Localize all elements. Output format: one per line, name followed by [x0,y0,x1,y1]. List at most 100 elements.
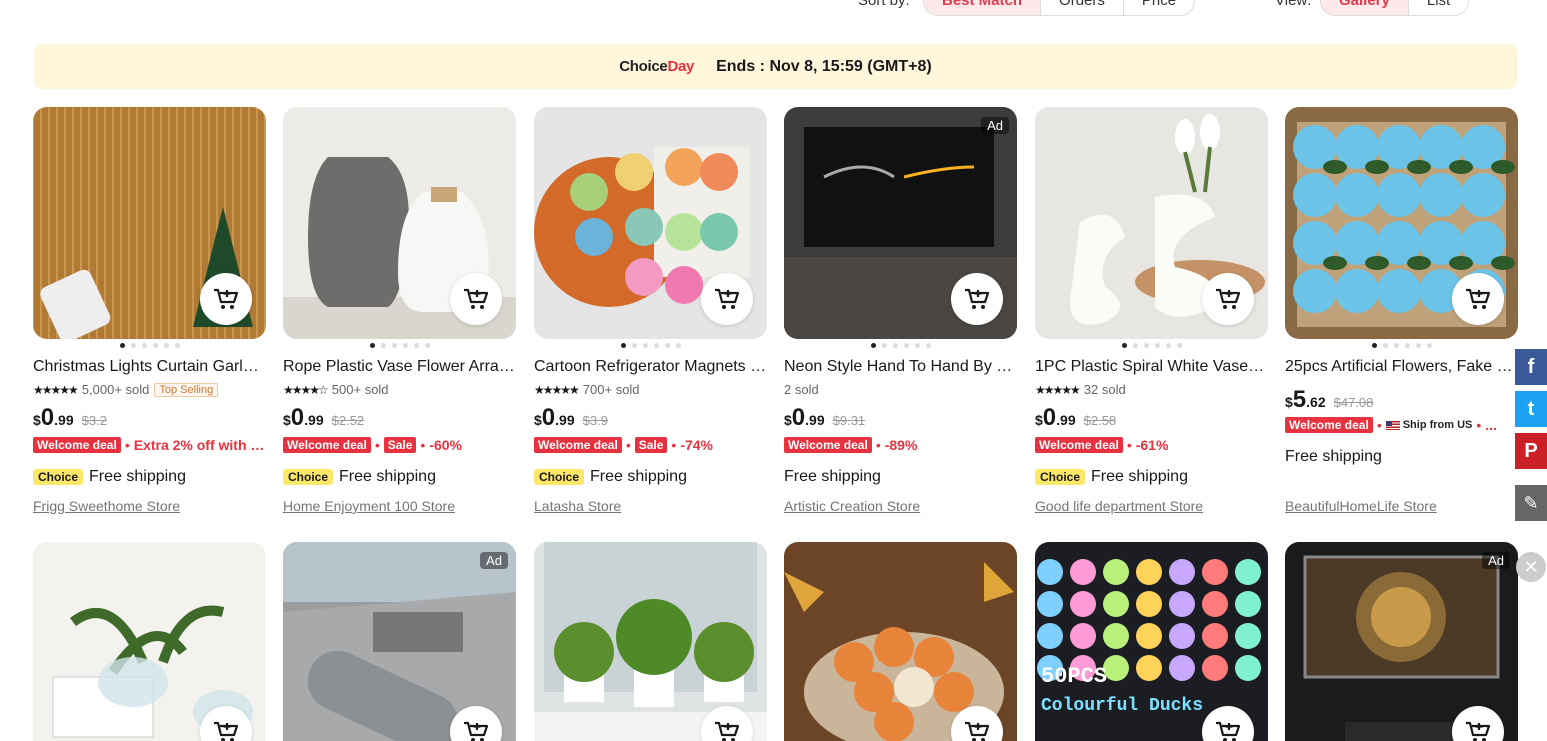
store-link[interactable]: Good life department Store [1035,498,1203,514]
add-to-cart-icon[interactable] [450,273,502,325]
original-price: $47.08 [1333,395,1374,410]
product-title[interactable]: Rope Plastic Vase Flower Arrangement Con… [283,358,516,376]
sold-count: 5,000+ sold [81,382,150,397]
pinterest-share-icon[interactable]: P [1515,433,1547,469]
product-image[interactable] [283,107,516,339]
add-to-cart-icon[interactable] [951,273,1003,325]
free-shipping-text: Free shipping [1285,448,1382,465]
rating-row: ★★★★★ 5,000+ sold Top Selling [33,382,219,397]
product-card[interactable]: Ad Neon Style Hand To Hand By Michelangel… [784,107,1017,514]
store-link[interactable]: Latasha Store [534,498,621,514]
twitter-share-icon[interactable]: t [1515,391,1547,427]
free-shipping-text: Free shipping [339,468,436,485]
product-image[interactable] [33,107,266,339]
discount-text: -61% [1135,437,1169,453]
product-title[interactable]: Neon Style Hand To Hand By Michelangelo … [784,358,1017,376]
sort-best-match[interactable]: Best Match [924,0,1042,15]
product-image[interactable]: Ad [784,107,1017,339]
image-carousel-dots[interactable] [283,343,516,348]
store-link[interactable]: Frigg Sweethome Store [33,498,180,514]
product-card[interactable]: Ad [283,542,516,741]
product-title[interactable]: 25pcs Artificial Flowers, Fake Foam Rose… [1285,358,1518,376]
store-link[interactable]: Artistic Creation Store [784,498,920,514]
shipping-row: Choice Free shipping [33,468,186,486]
product-image[interactable] [534,542,767,741]
view-options: Gallery List [1320,0,1470,16]
sort-price[interactable]: Price [1124,0,1194,15]
choiceday-banner[interactable]: ChoiceDay Ends : Nov 8, 15:59 (GMT+8) [33,44,1518,89]
us-flag-icon [1385,420,1400,430]
welcome-deal-badge: Welcome deal [1285,417,1373,433]
sold-count: 500+ sold [331,382,389,397]
view-list[interactable]: List [1409,0,1468,15]
product-card[interactable] [534,542,767,741]
ship-from-us: Ship from US [1385,419,1472,431]
welcome-deal-badge: Welcome deal [1035,437,1123,453]
add-to-cart-icon[interactable] [1202,273,1254,325]
sold-count: 32 sold [1083,382,1126,397]
sold-count: 2 sold [784,382,819,397]
product-card[interactable]: Christmas Lights Curtain Garland Festoon… [33,107,266,514]
product-card[interactable] [33,542,266,741]
product-image[interactable]: Ad [283,542,516,741]
image-carousel-dots[interactable] [1035,343,1268,348]
product-title[interactable]: 1PC Plastic Spiral White Vase Nordic Cre… [1035,358,1268,376]
image-carousel-dots[interactable] [784,343,1017,348]
product-image[interactable]: 50PCS Colourful Ducks [1035,542,1268,741]
promo-tags: Welcome deal • -61% [1035,437,1268,453]
svg-text:50PCS: 50PCS [1041,664,1107,689]
close-icon[interactable]: ✕ [1516,552,1546,582]
svg-text:Colourful Ducks: Colourful Ducks [1041,696,1203,716]
product-card[interactable]: 1PC Plastic Spiral White Vase Nordic Cre… [1035,107,1268,514]
product-image[interactable] [784,542,1017,741]
product-card[interactable]: Cartoon Refrigerator Magnets Smiley Face… [534,107,767,514]
price: $0.99 $2.58 [1035,404,1117,431]
welcome-deal-badge: Welcome deal [534,437,622,453]
product-card[interactable] [784,542,1017,741]
product-card[interactable]: Rope Plastic Vase Flower Arrangement Con… [283,107,516,514]
store-link[interactable]: Home Enjoyment 100 Store [283,498,455,514]
view-label: View: [1275,0,1312,9]
product-title[interactable]: Christmas Lights Curtain Garland Festoon… [33,358,266,376]
price: $0.99 $3.9 [534,404,608,431]
original-price: $9.31 [832,413,866,428]
discount-text: -60% [429,437,462,453]
product-title[interactable]: Cartoon Refrigerator Magnets Smiley Face [534,358,767,376]
add-to-cart-icon[interactable] [200,273,252,325]
product-card[interactable]: 50PCS Colourful Ducks [1035,542,1268,741]
promo-tags: Welcome deal • Ship from US •... [1285,417,1518,433]
store-link[interactable]: BeautifulHomeLife Store [1285,498,1437,514]
image-carousel-dots[interactable] [1285,343,1518,348]
price: $0.99 $3.2 [33,404,107,431]
product-card[interactable]: 25pcs Artificial Flowers, Fake Foam Rose… [1285,107,1518,514]
choice-badge: Choice [283,469,334,485]
welcome-deal-badge: Welcome deal [784,437,872,453]
choice-badge: Choice [534,469,585,485]
product-image[interactable] [1035,107,1268,339]
discount-text: Extra 2% off with coins [133,437,266,453]
sort-options: Best Match Orders Price [923,0,1196,16]
product-image[interactable] [534,107,767,339]
shipping-row: Choice Free shipping [534,468,687,486]
add-to-cart-icon[interactable] [1452,273,1504,325]
image-carousel-dots[interactable] [534,343,767,348]
choiceday-logo: ChoiceDay [619,58,695,75]
discount-text: -74% [680,437,713,453]
facebook-share-icon[interactable]: f [1515,349,1547,385]
sort-orders[interactable]: Orders [1041,0,1124,15]
edit-icon[interactable]: ✎ [1515,485,1547,521]
original-price: $2.58 [1083,413,1117,428]
top-selling-badge: Top Selling [154,382,219,397]
product-image[interactable] [33,542,266,741]
product-image[interactable] [1285,107,1518,339]
promo-tags: Welcome deal•Extra 2% off with coins [33,437,266,453]
image-carousel-dots[interactable] [33,343,266,348]
star-rating-icon: ★★★★☆ [283,382,329,397]
product-image[interactable]: Ad [1285,542,1518,741]
product-card[interactable]: Ad [1285,542,1518,741]
free-shipping-text: Free shipping [1091,468,1188,485]
banner-ends-text: Ends : Nov 8, 15:59 (GMT+8) [716,57,932,75]
view-gallery[interactable]: Gallery [1321,0,1409,15]
welcome-deal-badge: Welcome deal [33,437,121,453]
add-to-cart-icon[interactable] [701,273,753,325]
